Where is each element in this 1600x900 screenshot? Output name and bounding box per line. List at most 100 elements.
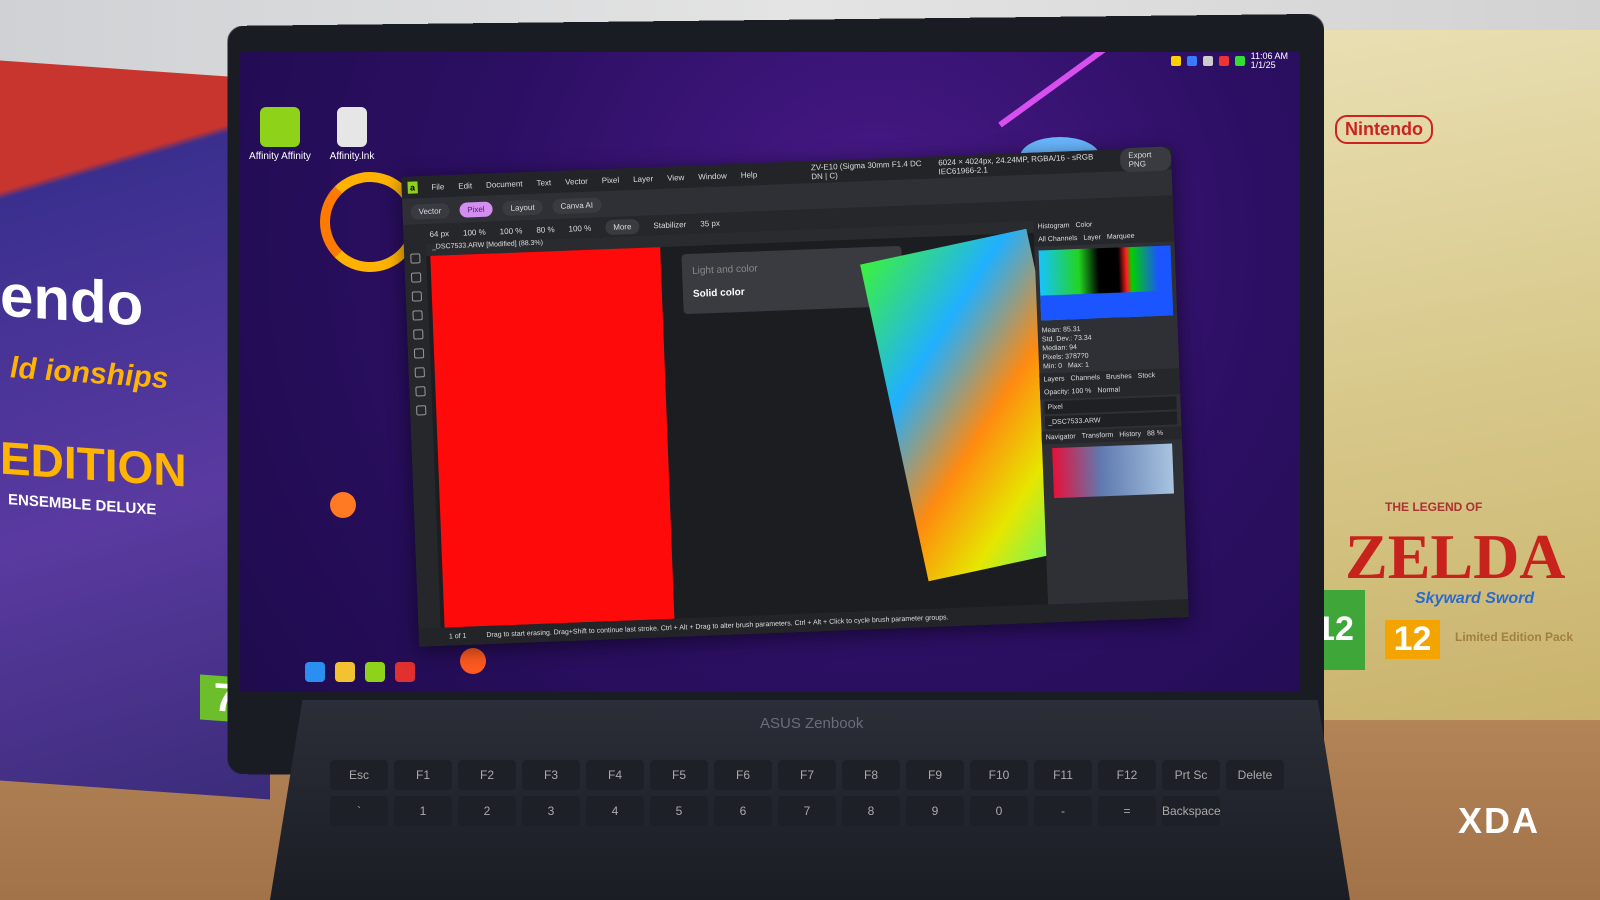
key[interactable]: 5 — [650, 796, 708, 826]
key[interactable]: F9 — [906, 760, 964, 790]
key[interactable]: 6 — [714, 796, 772, 826]
more-button[interactable]: More — [605, 218, 640, 234]
menu-help[interactable]: Help — [741, 170, 758, 180]
crop-tool-icon[interactable] — [411, 272, 421, 282]
tab-channels[interactable]: Channels — [1070, 374, 1100, 382]
marquee-checkbox[interactable]: Marquee — [1107, 233, 1135, 241]
brush-hardness[interactable]: 80 % — [536, 225, 555, 235]
max-label: Max: — [1068, 362, 1083, 370]
desktop-icon-affinity[interactable]: Affinity Affinity — [245, 107, 315, 162]
folder-icon[interactable] — [335, 662, 355, 682]
tray-icon[interactable] — [1171, 56, 1181, 66]
brush-opacity[interactable]: 100 % — [463, 227, 486, 237]
start-icon[interactable] — [305, 662, 325, 682]
tab-transform[interactable]: Transform — [1082, 432, 1114, 440]
wifi-icon[interactable] — [1219, 56, 1229, 66]
zelda-subtitle: Skyward Sword — [1415, 590, 1534, 608]
max-input[interactable]: 1 — [1085, 362, 1089, 369]
clock-date[interactable]: 1/1/25 — [1251, 60, 1276, 70]
menu-edit[interactable]: Edit — [458, 181, 472, 191]
key[interactable]: = — [1098, 796, 1156, 826]
export-png-button[interactable]: Export PNG — [1120, 146, 1172, 172]
tab-brushes[interactable]: Brushes — [1106, 373, 1132, 381]
brush-other[interactable]: 100 % — [568, 223, 591, 233]
tab-history[interactable]: History — [1119, 431, 1141, 439]
brush-size[interactable]: 64 px — [429, 229, 449, 239]
tab-layers[interactable]: Layers — [1043, 376, 1064, 384]
app-taskbar-icon[interactable] — [395, 662, 415, 682]
page-indicator: 1 of 1 — [449, 632, 467, 640]
move-tool-icon[interactable] — [410, 253, 420, 263]
tray-icon[interactable] — [1187, 56, 1197, 66]
key[interactable]: 7 — [778, 796, 836, 826]
key[interactable]: 9 — [906, 796, 964, 826]
menu-view[interactable]: View — [667, 173, 685, 183]
menu-window[interactable]: Window — [698, 171, 727, 181]
opacity-field[interactable]: Opacity: 100 % — [1044, 388, 1092, 397]
min-label: Min: — [1043, 363, 1056, 371]
desktop-icon-shortcut[interactable]: Affinity.lnk — [317, 107, 387, 162]
fill-tool-icon[interactable] — [414, 348, 424, 358]
min-input[interactable]: 0 — [1058, 363, 1062, 370]
histogram — [1039, 245, 1174, 320]
key[interactable]: 2 — [458, 796, 516, 826]
menu-pixel[interactable]: Pixel — [602, 175, 620, 185]
stabilizer-checkbox[interactable]: Stabilizer — [653, 220, 686, 230]
key[interactable]: F5 — [650, 760, 708, 790]
persona-vector[interactable]: Vector — [410, 203, 449, 219]
key[interactable]: F1 — [394, 760, 452, 790]
key[interactable]: F6 — [714, 760, 772, 790]
key[interactable]: Backspace — [1162, 796, 1220, 826]
key[interactable]: 4 — [586, 796, 644, 826]
clone-tool-icon[interactable] — [415, 367, 425, 377]
key[interactable]: F4 — [586, 760, 644, 790]
key[interactable]: Delete — [1226, 760, 1284, 790]
brush-tool-icon[interactable] — [412, 310, 422, 320]
brush-flow[interactable]: 100 % — [500, 226, 523, 236]
channels-select[interactable]: All Channels — [1038, 235, 1078, 244]
persona-layout[interactable]: Layout — [502, 199, 543, 216]
key[interactable]: F12 — [1098, 760, 1156, 790]
document-canvas[interactable]: _DSC7533.ARW [Modified] (88.3%) Light an… — [426, 221, 1048, 628]
menu-layer[interactable]: Layer — [633, 174, 653, 184]
key[interactable]: Prt Sc — [1162, 760, 1220, 790]
persona-pixel[interactable]: Pixel — [459, 201, 493, 217]
eraser-tool-icon[interactable] — [413, 329, 423, 339]
red-fill-area — [430, 247, 674, 628]
key[interactable]: - — [1034, 796, 1092, 826]
tab-histogram[interactable]: Histogram — [1038, 222, 1070, 230]
tab-color[interactable]: Color — [1075, 221, 1092, 229]
text-tool-icon[interactable] — [416, 405, 426, 415]
key[interactable]: F11 — [1034, 760, 1092, 790]
volume-icon[interactable] — [1203, 56, 1213, 66]
tab-navigator[interactable]: Navigator — [1046, 433, 1076, 441]
key[interactable]: 8 — [842, 796, 900, 826]
tab-stock[interactable]: Stock — [1138, 372, 1156, 380]
menu-document[interactable]: Document — [486, 179, 523, 189]
key[interactable]: 3 — [522, 796, 580, 826]
blend-mode-select[interactable]: Normal — [1097, 387, 1120, 395]
key[interactable]: ` — [330, 796, 388, 826]
key[interactable]: F10 — [970, 760, 1028, 790]
battery-icon[interactable] — [1235, 56, 1245, 66]
persona-canva-ai[interactable]: Canva AI — [552, 197, 601, 214]
selection-tool-icon[interactable] — [412, 291, 422, 301]
navigator-preview[interactable] — [1052, 444, 1174, 499]
menu-vector[interactable]: Vector — [565, 176, 588, 186]
navigator-zoom[interactable]: 88 % — [1147, 430, 1163, 438]
key[interactable]: 1 — [394, 796, 452, 826]
key[interactable]: F8 — [842, 760, 900, 790]
shape-tool-icon[interactable] — [415, 386, 425, 396]
key[interactable]: 0 — [970, 796, 1028, 826]
xda-watermark: XDA — [1458, 800, 1540, 842]
key[interactable]: Esc — [330, 760, 388, 790]
key[interactable]: F7 — [778, 760, 836, 790]
key[interactable]: F3 — [522, 760, 580, 790]
key[interactable]: F2 — [458, 760, 516, 790]
layer-checkbox[interactable]: Layer — [1083, 234, 1101, 242]
system-tray[interactable]: 11:06 AM1/1/25 — [1171, 52, 1288, 70]
affinity-taskbar-icon[interactable] — [365, 662, 385, 682]
stabilizer-px[interactable]: 35 px — [700, 218, 720, 228]
menu-file[interactable]: File — [431, 182, 444, 191]
menu-text[interactable]: Text — [536, 178, 551, 188]
